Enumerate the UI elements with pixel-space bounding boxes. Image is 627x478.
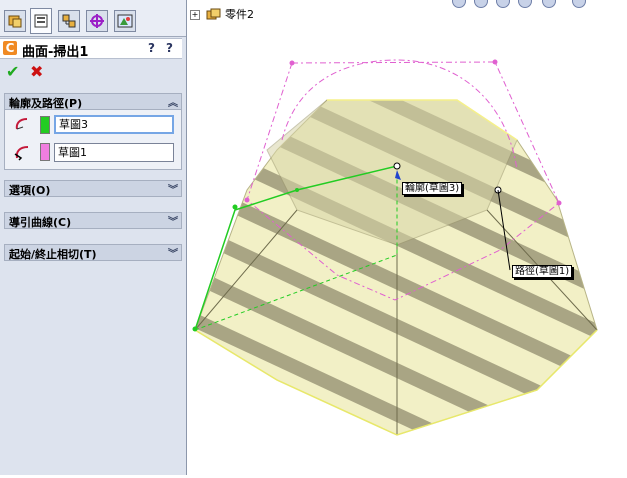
display-manager-icon: [117, 14, 133, 28]
chevron-down-icon: ︾: [168, 217, 178, 228]
profile-icon: [15, 118, 28, 130]
profile-selection-field[interactable]: 草圖3: [54, 115, 174, 134]
feature-manager-icon: [8, 15, 22, 28]
profile-path-group-label: 輪廓及路徑(P): [9, 97, 83, 110]
path-selection-field[interactable]: 草圖1: [54, 143, 174, 162]
part-name: 零件2: [225, 8, 254, 21]
profile-color-swatch: [40, 116, 50, 134]
property-manager-panel: C 曲面-掃出1 ? ? ✔ ✖ 輪廓及路徑(P) ︽ 草圖3 草圖1 選項(O…: [0, 0, 187, 475]
chevron-down-icon: ︾: [168, 185, 178, 196]
ok-button[interactable]: ✔: [6, 63, 22, 81]
whats-wrong-button[interactable]: ?: [148, 41, 155, 55]
tangency-group-label: 起始/終止相切(T): [9, 248, 97, 261]
options-group-label: 選項(O): [9, 184, 51, 197]
configuration-manager-icon: [62, 14, 76, 28]
feature-title: 曲面-掃出1: [22, 45, 89, 60]
display-manager-tab[interactable]: [114, 10, 136, 32]
profile-path-group-body: 草圖3 草圖1: [4, 110, 182, 170]
property-manager-icon: [34, 14, 48, 28]
path-icon: [14, 146, 29, 161]
tangency-group-header[interactable]: 起始/終止相切(T) ︾: [4, 244, 182, 261]
chevron-down-icon: ︾: [168, 249, 178, 260]
options-group-header[interactable]: 選項(O) ︾: [4, 180, 182, 197]
path-color-swatch: [40, 143, 50, 161]
section-view-icon[interactable]: [518, 0, 532, 8]
display-style-icon[interactable]: [572, 0, 586, 8]
dimxpert-tab[interactable]: [86, 10, 108, 32]
feature-tree-root[interactable]: + 零件2: [190, 6, 254, 22]
graphics-viewport[interactable]: [187, 0, 627, 475]
expand-icon[interactable]: +: [190, 10, 200, 20]
profile-callout[interactable]: 輪廓(草圖3): [402, 182, 463, 195]
manager-tabs: [0, 0, 186, 37]
sweep-surface-icon: C: [3, 41, 17, 55]
guide-curves-group-header[interactable]: 導引曲線(C) ︾: [4, 212, 182, 229]
zoom-area-icon[interactable]: [474, 0, 488, 8]
part-icon: [206, 8, 220, 20]
dimxpert-icon: [90, 14, 104, 28]
zoom-to-fit-icon[interactable]: [452, 0, 466, 8]
help-button[interactable]: ?: [166, 41, 173, 55]
heads-up-view-toolbar: [448, 0, 627, 10]
cancel-button[interactable]: ✖: [30, 63, 46, 81]
feature-titlebar: C 曲面-掃出1 ? ?: [0, 38, 182, 60]
configuration-manager-tab[interactable]: [58, 10, 80, 32]
path-callout[interactable]: 路徑(草圖1): [512, 265, 573, 278]
previous-view-icon[interactable]: [496, 0, 510, 8]
property-manager-tab[interactable]: [30, 8, 52, 34]
guide-curves-group-label: 導引曲線(C): [9, 216, 72, 229]
chevron-up-icon: ︽: [168, 98, 178, 109]
view-orientation-icon[interactable]: [542, 0, 556, 8]
profile-path-group-header[interactable]: 輪廓及路徑(P) ︽: [4, 93, 182, 110]
sweep-preview-model: [192, 59, 598, 436]
feature-manager-tab[interactable]: [4, 10, 26, 32]
